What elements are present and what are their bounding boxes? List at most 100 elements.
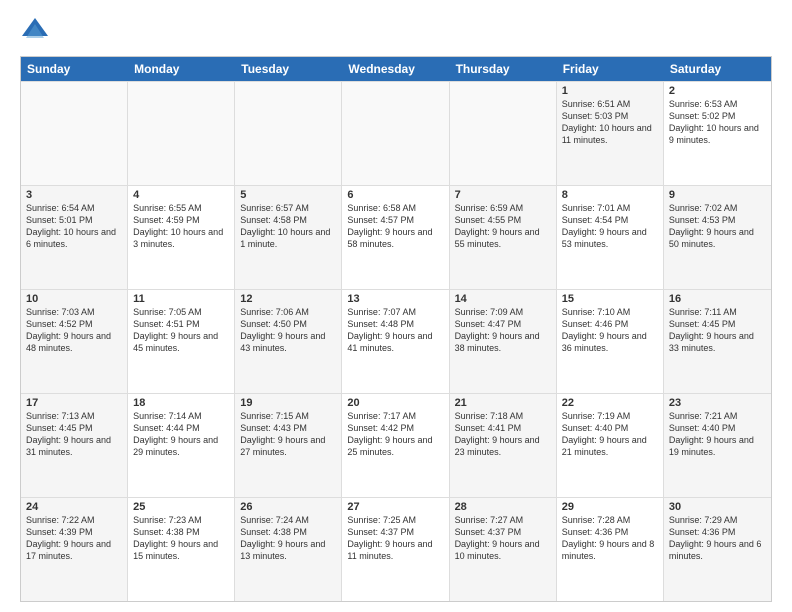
day-number: 8 (562, 189, 658, 201)
day-number: 17 (26, 397, 122, 409)
cell-info: Sunrise: 7:22 AM Sunset: 4:39 PM Dayligh… (26, 514, 122, 563)
calendar: SundayMondayTuesdayWednesdayThursdayFrid… (20, 56, 772, 602)
header (20, 16, 772, 46)
cell-info: Sunrise: 6:57 AM Sunset: 4:58 PM Dayligh… (240, 202, 336, 251)
cell-info: Sunrise: 7:21 AM Sunset: 4:40 PM Dayligh… (669, 410, 766, 459)
calendar-cell: 2Sunrise: 6:53 AM Sunset: 5:02 PM Daylig… (664, 82, 771, 185)
day-number: 12 (240, 293, 336, 305)
day-number: 25 (133, 501, 229, 513)
calendar-cell: 10Sunrise: 7:03 AM Sunset: 4:52 PM Dayli… (21, 290, 128, 393)
cell-info: Sunrise: 7:29 AM Sunset: 4:36 PM Dayligh… (669, 514, 766, 563)
day-number: 20 (347, 397, 443, 409)
cell-info: Sunrise: 7:03 AM Sunset: 4:52 PM Dayligh… (26, 306, 122, 355)
cell-info: Sunrise: 7:01 AM Sunset: 4:54 PM Dayligh… (562, 202, 658, 251)
day-number: 13 (347, 293, 443, 305)
day-number: 18 (133, 397, 229, 409)
logo (20, 16, 54, 46)
day-number: 2 (669, 85, 766, 97)
day-number: 15 (562, 293, 658, 305)
day-number: 30 (669, 501, 766, 513)
day-number: 19 (240, 397, 336, 409)
calendar-cell: 25Sunrise: 7:23 AM Sunset: 4:38 PM Dayli… (128, 498, 235, 601)
calendar-row-2: 10Sunrise: 7:03 AM Sunset: 4:52 PM Dayli… (21, 289, 771, 393)
cell-info: Sunrise: 7:15 AM Sunset: 4:43 PM Dayligh… (240, 410, 336, 459)
day-number: 1 (562, 85, 658, 97)
calendar-row-1: 3Sunrise: 6:54 AM Sunset: 5:01 PM Daylig… (21, 185, 771, 289)
day-number: 22 (562, 397, 658, 409)
cell-info: Sunrise: 7:11 AM Sunset: 4:45 PM Dayligh… (669, 306, 766, 355)
cell-info: Sunrise: 7:14 AM Sunset: 4:44 PM Dayligh… (133, 410, 229, 459)
day-number: 7 (455, 189, 551, 201)
calendar-row-4: 24Sunrise: 7:22 AM Sunset: 4:39 PM Dayli… (21, 497, 771, 601)
calendar-cell (235, 82, 342, 185)
cell-info: Sunrise: 7:07 AM Sunset: 4:48 PM Dayligh… (347, 306, 443, 355)
calendar-cell (342, 82, 449, 185)
calendar-row-0: 1Sunrise: 6:51 AM Sunset: 5:03 PM Daylig… (21, 81, 771, 185)
calendar-cell: 6Sunrise: 6:58 AM Sunset: 4:57 PM Daylig… (342, 186, 449, 289)
calendar-cell: 7Sunrise: 6:59 AM Sunset: 4:55 PM Daylig… (450, 186, 557, 289)
cell-info: Sunrise: 7:02 AM Sunset: 4:53 PM Dayligh… (669, 202, 766, 251)
day-number: 21 (455, 397, 551, 409)
calendar-cell: 17Sunrise: 7:13 AM Sunset: 4:45 PM Dayli… (21, 394, 128, 497)
cell-info: Sunrise: 7:25 AM Sunset: 4:37 PM Dayligh… (347, 514, 443, 563)
day-number: 10 (26, 293, 122, 305)
logo-icon (20, 16, 50, 46)
page: SundayMondayTuesdayWednesdayThursdayFrid… (0, 0, 792, 612)
calendar-cell: 16Sunrise: 7:11 AM Sunset: 4:45 PM Dayli… (664, 290, 771, 393)
day-number: 26 (240, 501, 336, 513)
calendar-cell: 12Sunrise: 7:06 AM Sunset: 4:50 PM Dayli… (235, 290, 342, 393)
day-number: 14 (455, 293, 551, 305)
day-number: 4 (133, 189, 229, 201)
day-number: 23 (669, 397, 766, 409)
header-day-friday: Friday (557, 57, 664, 81)
cell-info: Sunrise: 6:59 AM Sunset: 4:55 PM Dayligh… (455, 202, 551, 251)
cell-info: Sunrise: 7:17 AM Sunset: 4:42 PM Dayligh… (347, 410, 443, 459)
cell-info: Sunrise: 7:10 AM Sunset: 4:46 PM Dayligh… (562, 306, 658, 355)
cell-info: Sunrise: 6:58 AM Sunset: 4:57 PM Dayligh… (347, 202, 443, 251)
header-day-monday: Monday (128, 57, 235, 81)
cell-info: Sunrise: 7:06 AM Sunset: 4:50 PM Dayligh… (240, 306, 336, 355)
calendar-cell: 13Sunrise: 7:07 AM Sunset: 4:48 PM Dayli… (342, 290, 449, 393)
header-day-thursday: Thursday (450, 57, 557, 81)
calendar-cell: 22Sunrise: 7:19 AM Sunset: 4:40 PM Dayli… (557, 394, 664, 497)
cell-info: Sunrise: 7:23 AM Sunset: 4:38 PM Dayligh… (133, 514, 229, 563)
day-number: 11 (133, 293, 229, 305)
cell-info: Sunrise: 6:53 AM Sunset: 5:02 PM Dayligh… (669, 98, 766, 147)
day-number: 27 (347, 501, 443, 513)
day-number: 16 (669, 293, 766, 305)
calendar-cell: 8Sunrise: 7:01 AM Sunset: 4:54 PM Daylig… (557, 186, 664, 289)
day-number: 9 (669, 189, 766, 201)
header-day-sunday: Sunday (21, 57, 128, 81)
day-number: 24 (26, 501, 122, 513)
calendar-cell: 27Sunrise: 7:25 AM Sunset: 4:37 PM Dayli… (342, 498, 449, 601)
calendar-cell: 9Sunrise: 7:02 AM Sunset: 4:53 PM Daylig… (664, 186, 771, 289)
day-number: 28 (455, 501, 551, 513)
calendar-cell: 4Sunrise: 6:55 AM Sunset: 4:59 PM Daylig… (128, 186, 235, 289)
calendar-row-3: 17Sunrise: 7:13 AM Sunset: 4:45 PM Dayli… (21, 393, 771, 497)
calendar-cell: 5Sunrise: 6:57 AM Sunset: 4:58 PM Daylig… (235, 186, 342, 289)
calendar-cell (128, 82, 235, 185)
calendar-cell: 11Sunrise: 7:05 AM Sunset: 4:51 PM Dayli… (128, 290, 235, 393)
cell-info: Sunrise: 6:55 AM Sunset: 4:59 PM Dayligh… (133, 202, 229, 251)
cell-info: Sunrise: 7:27 AM Sunset: 4:37 PM Dayligh… (455, 514, 551, 563)
cell-info: Sunrise: 7:28 AM Sunset: 4:36 PM Dayligh… (562, 514, 658, 563)
header-day-wednesday: Wednesday (342, 57, 449, 81)
cell-info: Sunrise: 7:09 AM Sunset: 4:47 PM Dayligh… (455, 306, 551, 355)
calendar-cell: 3Sunrise: 6:54 AM Sunset: 5:01 PM Daylig… (21, 186, 128, 289)
header-day-saturday: Saturday (664, 57, 771, 81)
calendar-cell: 24Sunrise: 7:22 AM Sunset: 4:39 PM Dayli… (21, 498, 128, 601)
calendar-cell: 1Sunrise: 6:51 AM Sunset: 5:03 PM Daylig… (557, 82, 664, 185)
day-number: 29 (562, 501, 658, 513)
calendar-cell (450, 82, 557, 185)
calendar-cell: 14Sunrise: 7:09 AM Sunset: 4:47 PM Dayli… (450, 290, 557, 393)
calendar-cell: 28Sunrise: 7:27 AM Sunset: 4:37 PM Dayli… (450, 498, 557, 601)
day-number: 5 (240, 189, 336, 201)
cell-info: Sunrise: 6:51 AM Sunset: 5:03 PM Dayligh… (562, 98, 658, 147)
cell-info: Sunrise: 7:13 AM Sunset: 4:45 PM Dayligh… (26, 410, 122, 459)
cell-info: Sunrise: 7:18 AM Sunset: 4:41 PM Dayligh… (455, 410, 551, 459)
cell-info: Sunrise: 7:19 AM Sunset: 4:40 PM Dayligh… (562, 410, 658, 459)
calendar-cell: 15Sunrise: 7:10 AM Sunset: 4:46 PM Dayli… (557, 290, 664, 393)
calendar-cell (21, 82, 128, 185)
calendar-cell: 29Sunrise: 7:28 AM Sunset: 4:36 PM Dayli… (557, 498, 664, 601)
header-day-tuesday: Tuesday (235, 57, 342, 81)
